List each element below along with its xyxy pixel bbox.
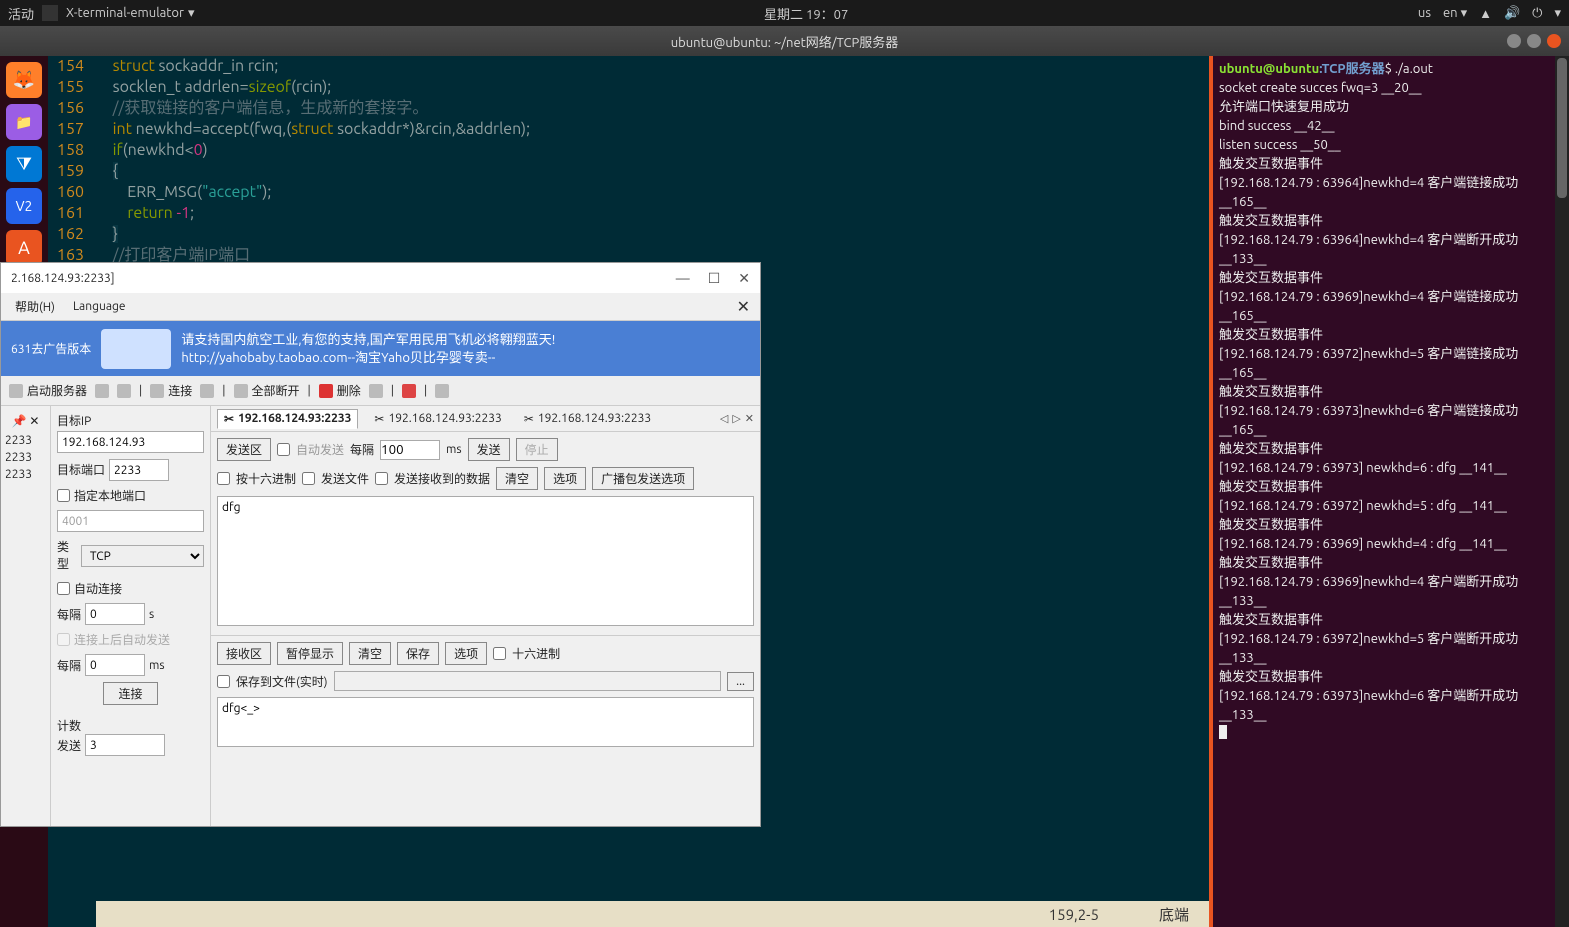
recv-save-button[interactable]: 保存	[397, 642, 439, 665]
broadcast-button[interactable]: 广播包发送选项	[592, 467, 694, 490]
terminal-pane[interactable]: ubuntu@ubuntu:TCP服务器$ ./a.out socket cre…	[1209, 56, 1569, 927]
recv-area-label: 接收区	[217, 642, 271, 665]
count-label: 计数	[57, 717, 204, 734]
software-store-icon[interactable]: A	[6, 230, 42, 266]
plane-icon	[101, 329, 171, 369]
tab-next-icon[interactable]: ▷	[732, 412, 740, 425]
send-interval-input[interactable]	[380, 440, 440, 460]
activities[interactable]: 活动	[8, 4, 34, 23]
connection-tabs: ✂ 192.168.124.93:2233 ✂ 192.168.124.93:2…	[211, 406, 760, 432]
menu-help[interactable]: 帮助(H)	[15, 298, 55, 315]
maximize-button[interactable]	[1527, 34, 1541, 48]
connect-action-button[interactable]: 连接	[103, 682, 157, 705]
terminal-scrollbar[interactable]	[1555, 56, 1569, 927]
tool-minimize-icon[interactable]: —	[676, 270, 690, 287]
interval2-input[interactable]	[85, 654, 145, 676]
port-item[interactable]: 2233	[5, 466, 46, 483]
v2-icon[interactable]: V2	[6, 188, 42, 224]
target-port-label: 目标端口	[57, 461, 105, 478]
vscode-icon[interactable]: ⧩	[6, 146, 42, 182]
toolbar-help-icon[interactable]	[435, 384, 449, 398]
minimize-button[interactable]	[1507, 34, 1521, 48]
interval-input[interactable]	[85, 603, 145, 625]
send-file-checkbox[interactable]	[302, 472, 315, 485]
send-clear-button[interactable]: 清空	[496, 467, 538, 490]
recv-textarea[interactable]: dfg<_>	[217, 697, 754, 747]
start-server-button[interactable]: 启动服务器	[9, 382, 87, 399]
keyboard-layout-1[interactable]: us	[1418, 6, 1431, 20]
send-options-button[interactable]: 选项	[544, 467, 586, 490]
menu-language[interactable]: Language	[73, 300, 126, 313]
tool-close-icon[interactable]: ✕	[738, 270, 750, 287]
port-item[interactable]: 2233	[5, 432, 46, 449]
tab-prev-icon[interactable]: ◁	[720, 412, 728, 425]
window-title: ubuntu@ubuntu: ~/net网络/TCP服务器	[671, 32, 899, 51]
network-icon[interactable]: ▲	[1479, 6, 1492, 21]
auto-send-on-connect-checkbox	[57, 633, 70, 646]
tab-3[interactable]: ✂ 192.168.124.93:2233	[518, 410, 657, 428]
tcp-tool-window: 2.168.124.93:2233] — ☐ ✕ 帮助(H) Language …	[0, 262, 761, 827]
recv-hex-checkbox[interactable]	[493, 647, 506, 660]
tool-maximize-icon[interactable]: ☐	[708, 270, 721, 287]
port-item[interactable]: 2233	[5, 449, 46, 466]
power-icon[interactable]: ⏻	[1532, 6, 1542, 21]
hex-send-checkbox[interactable]	[217, 472, 230, 485]
recv-section: 接收区 暂停显示 清空 保存 选项 十六进制 保存到文件(实时) ... dfg…	[211, 636, 760, 756]
port-sidebar: 📌 ✕ 2233 2233 2233	[1, 406, 51, 826]
system-dropdown-icon[interactable]: ▾	[1554, 6, 1561, 21]
toolbar-icon-3[interactable]	[200, 384, 214, 398]
send-button[interactable]: 发送	[468, 438, 510, 461]
delete-button[interactable]: 删除	[319, 382, 361, 399]
auto-connect-checkbox[interactable]	[57, 582, 70, 595]
send-textarea[interactable]: dfg	[217, 496, 754, 626]
tool-window-title: 2.168.124.93:2233]	[11, 272, 115, 285]
recv-options-button[interactable]: 选项	[445, 642, 487, 665]
toolbar-stop-icon[interactable]	[402, 384, 416, 398]
save-path-input[interactable]	[334, 671, 722, 691]
terminal-cursor	[1219, 725, 1227, 739]
send-count-input[interactable]	[85, 734, 165, 756]
browse-button[interactable]: ...	[727, 672, 754, 691]
toolbar-icon-1[interactable]	[95, 384, 109, 398]
toolbar-icon-2[interactable]	[117, 384, 131, 398]
tab-close-icon[interactable]: ✕	[745, 412, 754, 425]
toolbar-icon-4[interactable]	[369, 384, 383, 398]
target-ip-label: 目标IP	[57, 412, 204, 429]
target-port-input[interactable]	[109, 459, 169, 481]
toolbar: 启动服务器 | 连接 | 全部断开 | 删除 | |	[1, 376, 760, 406]
local-port-input[interactable]	[57, 510, 204, 532]
pause-display-button[interactable]: 暂停显示	[277, 642, 343, 665]
stop-button[interactable]: 停止	[516, 438, 558, 461]
menu-close-icon[interactable]: ✕	[737, 297, 750, 316]
version-label: 631去广告版本	[11, 340, 91, 357]
disconnect-all-button[interactable]: 全部断开	[234, 382, 300, 399]
pin-icon[interactable]: 📌 ✕	[5, 410, 46, 432]
tab-2[interactable]: ✂ 192.168.124.93:2233	[368, 410, 507, 428]
type-select[interactable]: TCP	[81, 545, 204, 567]
recv-clear-button[interactable]: 清空	[349, 642, 391, 665]
keyboard-layout-2[interactable]: en ▾	[1443, 6, 1467, 21]
clock[interactable]: 星期二 19：07	[194, 4, 1417, 23]
editor-statusbar: 159,2-5 底端	[96, 901, 1209, 927]
auto-send-checkbox[interactable]	[277, 443, 290, 456]
firefox-icon[interactable]: 🦊	[6, 62, 42, 98]
echo-recv-checkbox[interactable]	[375, 472, 388, 485]
volume-icon[interactable]: 🔊	[1504, 6, 1520, 21]
send-area-label: 发送区	[217, 438, 271, 461]
connection-panel: 目标IP 目标端口 指定本地端口 类型 TCP 自动连接 每隔s 连接上后自动发…	[51, 406, 211, 826]
tab-1[interactable]: ✂ 192.168.124.93:2233	[217, 409, 358, 429]
close-button[interactable]	[1547, 34, 1561, 48]
save-to-file-checkbox[interactable]	[217, 675, 230, 688]
window-title-bar: ubuntu@ubuntu: ~/net网络/TCP服务器	[0, 26, 1569, 56]
target-ip-input[interactable]	[57, 431, 204, 453]
type-label: 类型	[57, 538, 77, 572]
ad-banner: 631去广告版本 请支持国内航空工业,有您的支持,国产军用民用飞机必将翱翔蓝天!…	[1, 321, 760, 376]
local-port-checkbox[interactable]	[57, 489, 70, 502]
terminal-app-icon	[42, 5, 58, 21]
app-menu[interactable]: X-terminal-emulator	[66, 6, 194, 21]
files-icon[interactable]: 📁	[6, 104, 42, 140]
connect-button[interactable]: 连接	[150, 382, 192, 399]
send-section: 发送区 自动发送 每隔 ms 发送 停止 按十六进制 发送文件 发送接收到的数据…	[211, 432, 760, 636]
